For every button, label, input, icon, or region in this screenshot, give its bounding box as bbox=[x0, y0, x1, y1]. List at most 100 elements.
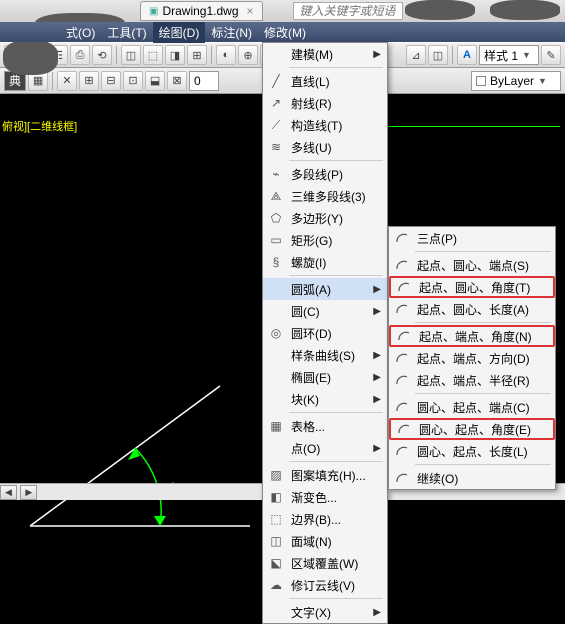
menu-line[interactable]: ╱直线(L) bbox=[263, 70, 387, 92]
arc-icon bbox=[393, 257, 411, 273]
separator bbox=[289, 412, 383, 413]
menu-revcloud[interactable]: ☁修订云线(V) bbox=[263, 574, 387, 596]
separator bbox=[452, 46, 453, 64]
menu-arc[interactable]: 圆弧(A)▶ bbox=[263, 278, 387, 300]
menu-xline[interactable]: ⟋构造线(T) bbox=[263, 114, 387, 136]
menu-draw[interactable]: 绘图(D) bbox=[153, 22, 206, 43]
arc-icon bbox=[393, 470, 411, 486]
menu-format[interactable]: 式(O) bbox=[60, 22, 101, 43]
scroll-right-icon[interactable]: ▶ bbox=[20, 485, 37, 500]
menu-dimension[interactable]: 标注(N) bbox=[205, 22, 258, 43]
arc-ser[interactable]: 起点、端点、半径(R) bbox=[389, 369, 555, 391]
arc-icon bbox=[395, 328, 413, 344]
arc-csa[interactable]: 圆心、起点、角度(E) bbox=[389, 418, 555, 440]
tool-button[interactable]: ✎ bbox=[541, 45, 561, 65]
menu-spline[interactable]: 样条曲线(S)▶ bbox=[263, 344, 387, 366]
gradient-icon: ◧ bbox=[267, 489, 285, 505]
tool-button[interactable]: ⬓ bbox=[145, 71, 165, 91]
tool-button[interactable]: ⊿ bbox=[406, 45, 426, 65]
menu-helix[interactable]: §螺旋(I) bbox=[263, 251, 387, 273]
menu-modeling[interactable]: 建模(M)▶ bbox=[263, 43, 387, 65]
arc-icon bbox=[393, 230, 411, 246]
separator bbox=[289, 160, 383, 161]
menu-mline[interactable]: ≋多线(U) bbox=[263, 136, 387, 158]
menu-point[interactable]: 点(O)▶ bbox=[263, 437, 387, 459]
style-label: 样式 1 bbox=[484, 47, 518, 64]
smudge bbox=[3, 40, 58, 75]
table-icon: ▦ bbox=[267, 418, 285, 434]
tool-button[interactable]: ⬚ bbox=[143, 45, 163, 65]
menu-rect[interactable]: ▭矩形(G) bbox=[263, 229, 387, 251]
arc-csl[interactable]: 圆心、起点、长度(L) bbox=[389, 440, 555, 462]
menu-region[interactable]: ◫面域(N) bbox=[263, 530, 387, 552]
arc-sce[interactable]: 起点、圆心、端点(S) bbox=[389, 254, 555, 276]
separator bbox=[211, 46, 212, 64]
arc-continue[interactable]: 继续(O) bbox=[389, 467, 555, 489]
menu-block[interactable]: 块(K)▶ bbox=[263, 388, 387, 410]
menu-text[interactable]: 文字(X)▶ bbox=[263, 601, 387, 623]
tool-button[interactable]: ⊞ bbox=[79, 71, 99, 91]
tool-button[interactable]: ⟲ bbox=[92, 45, 112, 65]
tool-button[interactable]: ✕ bbox=[57, 71, 77, 91]
scroll-left-icon[interactable]: ◀ bbox=[0, 485, 17, 500]
tool-button[interactable]: ⊕ bbox=[238, 45, 258, 65]
arc-scl[interactable]: 起点、圆心、长度(A) bbox=[389, 298, 555, 320]
separator bbox=[52, 72, 53, 90]
tool-button[interactable]: ⊟ bbox=[101, 71, 121, 91]
search-input[interactable] bbox=[293, 2, 403, 20]
arc-cse[interactable]: 圆心、起点、端点(C) bbox=[389, 396, 555, 418]
tool-button[interactable]: ⊞ bbox=[187, 45, 207, 65]
submenu-arrow-icon: ▶ bbox=[373, 394, 381, 405]
menu-tools[interactable]: 工具(T) bbox=[101, 22, 152, 43]
tab-close-icon[interactable]: × bbox=[247, 4, 254, 18]
arc-submenu: 三点(P) 起点、圆心、端点(S) 起点、圆心、角度(T) 起点、圆心、长度(A… bbox=[388, 226, 556, 490]
menu-boundary[interactable]: ⬚边界(B)... bbox=[263, 508, 387, 530]
menu-wipeout[interactable]: ⬕区域覆盖(W) bbox=[263, 552, 387, 574]
menu-pline[interactable]: ⌁多段线(P) bbox=[263, 163, 387, 185]
menu-table[interactable]: ▦表格... bbox=[263, 415, 387, 437]
arc-icon bbox=[393, 399, 411, 415]
menu-hatch[interactable]: ▨图案填充(H)... bbox=[263, 464, 387, 486]
separator bbox=[415, 322, 551, 323]
style-selector[interactable]: 样式 1 ▼ bbox=[479, 45, 539, 65]
arc-icon bbox=[267, 281, 285, 297]
submenu-arrow-icon: ▶ bbox=[373, 284, 381, 295]
document-tab[interactable]: ▣ Drawing1.dwg × bbox=[140, 1, 263, 21]
tab-filename: Drawing1.dwg bbox=[162, 4, 238, 18]
color-swatch bbox=[476, 76, 486, 86]
arc-sca[interactable]: 起点、圆心、角度(T) bbox=[389, 276, 555, 298]
menu-polygon[interactable]: ⬠多边形(Y) bbox=[263, 207, 387, 229]
tool-button[interactable]: ⎙ bbox=[70, 45, 90, 65]
menu-circle[interactable]: 圆(C)▶ bbox=[263, 300, 387, 322]
menu-donut[interactable]: ◎圆环(D) bbox=[263, 322, 387, 344]
menu-gradient[interactable]: ◧渐变色... bbox=[263, 486, 387, 508]
smudge bbox=[405, 0, 475, 20]
tool-button[interactable]: ◨ bbox=[165, 45, 185, 65]
separator bbox=[116, 46, 117, 64]
boundary-icon: ⬚ bbox=[267, 511, 285, 527]
submenu-arrow-icon: ▶ bbox=[373, 49, 381, 60]
layer-selector[interactable]: ByLayer ▼ bbox=[471, 71, 561, 91]
menu-ellipse[interactable]: 椭圆(E)▶ bbox=[263, 366, 387, 388]
layer-zero[interactable]: 0 bbox=[189, 71, 219, 91]
tool-button[interactable]: ◫ bbox=[121, 45, 141, 65]
menubar: 式(O) 工具(T) 绘图(D) 标注(N) 修改(M) bbox=[0, 22, 565, 42]
menu-modify[interactable]: 修改(M) bbox=[258, 22, 312, 43]
separator bbox=[289, 67, 383, 68]
arc-icon bbox=[393, 372, 411, 388]
tool-button[interactable]: ◐ bbox=[216, 45, 236, 65]
tool-button[interactable]: ⊠ bbox=[167, 71, 187, 91]
menu-pline3d[interactable]: ⟁三维多段线(3) bbox=[263, 185, 387, 207]
arc-sea[interactable]: 起点、端点、角度(N) bbox=[389, 325, 555, 347]
tool-button[interactable]: ◫ bbox=[428, 45, 448, 65]
arc-sed[interactable]: 起点、端点、方向(D) bbox=[389, 347, 555, 369]
arc-icon bbox=[395, 421, 413, 437]
revcloud-icon: ☁ bbox=[267, 577, 285, 593]
menu-ray[interactable]: ↗射线(R) bbox=[263, 92, 387, 114]
tool-button[interactable]: ⊡ bbox=[123, 71, 143, 91]
separator bbox=[289, 598, 383, 599]
arc-3point[interactable]: 三点(P) bbox=[389, 227, 555, 249]
text-style-icon[interactable]: A bbox=[457, 45, 477, 65]
rect-icon: ▭ bbox=[267, 232, 285, 248]
donut-icon: ◎ bbox=[267, 325, 285, 341]
